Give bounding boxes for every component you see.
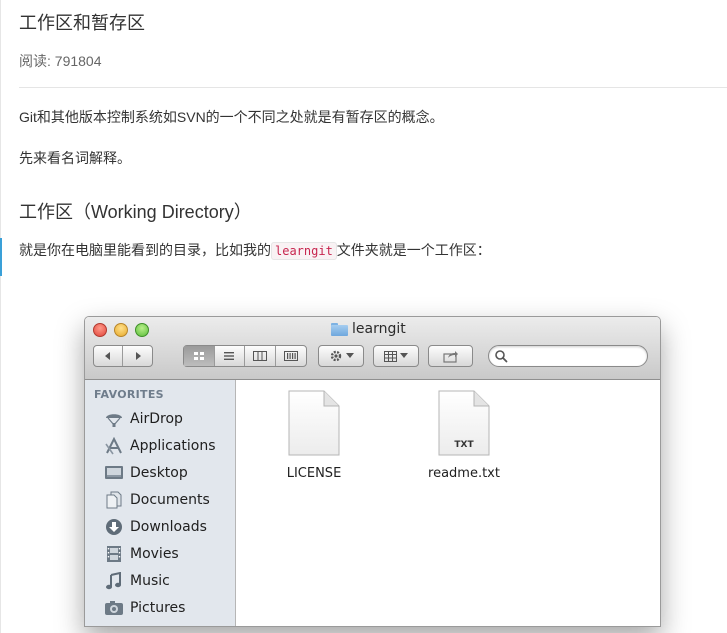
document-icon — [288, 390, 340, 456]
music-icon — [104, 572, 124, 590]
paragraph-text-after: 文件夹就是一个工作区： — [336, 242, 491, 258]
sidebar-item-pictures[interactable]: Pictures — [104, 597, 185, 619]
sidebar-item-label: Desktop — [130, 465, 188, 481]
finder-sidebar: FAVORITES AirDrop Applications Desktop D… — [85, 380, 236, 626]
downloads-icon — [104, 518, 124, 536]
sidebar-item-desktop[interactable]: Desktop — [104, 462, 188, 484]
txt-badge: TXT — [454, 440, 474, 450]
sidebar-item-label: Movies — [130, 546, 179, 562]
sidebar-item-label: Documents — [130, 492, 210, 508]
search-icon — [495, 350, 508, 363]
share-button[interactable] — [428, 345, 473, 367]
sidebar-item-documents[interactable]: Documents — [104, 489, 210, 511]
divider — [19, 87, 727, 88]
list-view-icon — [224, 352, 235, 360]
airdrop-icon — [104, 410, 124, 428]
window-title-text: learngit — [352, 321, 406, 337]
left-rule — [0, 0, 1, 633]
file-name: readme.txt — [428, 466, 500, 481]
share-icon — [442, 350, 458, 363]
paragraph-working-directory: 就是你在电脑里能看到的目录，比如我的 learngit 文件夹就是一个工作区： — [19, 240, 491, 260]
inline-code-learngit: learngit — [271, 242, 337, 260]
gear-icon — [330, 350, 341, 362]
coverflow-view-button[interactable] — [276, 346, 306, 366]
folder-icon — [331, 322, 348, 336]
paragraph-intro: Git和其他版本控制系统如SVN的一个不同之处就是有暂存区的概念。 — [19, 109, 444, 125]
window-title: learngit — [331, 320, 406, 338]
file-item-readme[interactable]: TXT readme.txt — [414, 390, 514, 481]
chevron-down-icon — [400, 353, 408, 358]
sidebar-item-label: AirDrop — [130, 411, 183, 427]
sidebar-item-applications[interactable]: Applications — [104, 435, 216, 457]
finder-titlebar: learngit — [85, 317, 660, 380]
zoom-window-button[interactable] — [135, 323, 149, 337]
finder-window: learngit FAVORITES AirDrop Applications … — [84, 316, 661, 627]
close-window-button[interactable] — [93, 323, 107, 337]
left-accent-bar — [0, 238, 2, 276]
sidebar-item-movies[interactable]: Movies — [104, 543, 179, 565]
icon-view-icon — [193, 352, 204, 360]
sidebar-item-airdrop[interactable]: AirDrop — [104, 408, 183, 430]
paragraph-text-before: 就是你在电脑里能看到的目录，比如我的 — [19, 242, 271, 258]
column-view-icon — [252, 351, 267, 361]
back-arrow-icon — [105, 352, 110, 360]
back-forward-buttons — [93, 345, 153, 367]
txt-file-icon: TXT — [438, 390, 490, 456]
read-count: 阅读: 791804 — [19, 53, 102, 69]
file-item-license[interactable]: LICENSE — [264, 390, 364, 481]
forward-arrow-icon — [135, 352, 141, 360]
sidebar-item-label: Music — [130, 573, 170, 589]
sidebar-item-label: Applications — [130, 438, 216, 454]
action-menu-button[interactable] — [318, 345, 364, 367]
section-heading-working-directory: 工作区（Working Directory） — [19, 202, 252, 222]
icon-view-button[interactable] — [184, 346, 215, 366]
page-title: 工作区和暂存区 — [19, 13, 145, 33]
sidebar-item-downloads[interactable]: Downloads — [104, 516, 207, 538]
minimize-window-button[interactable] — [114, 323, 128, 337]
desktop-icon — [104, 464, 124, 482]
chevron-down-icon — [345, 353, 354, 358]
applications-icon — [104, 437, 124, 455]
arrange-grid-icon — [384, 350, 397, 362]
coverflow-view-icon — [283, 351, 298, 361]
sidebar-item-music[interactable]: Music — [104, 570, 170, 592]
documents-icon — [104, 491, 124, 509]
sidebar-item-label: Pictures — [130, 600, 186, 616]
movies-icon — [104, 545, 124, 563]
file-name: LICENSE — [286, 466, 342, 481]
finder-content: LICENSE TXT readme.txt — [236, 380, 660, 626]
search-input[interactable] — [488, 345, 648, 367]
favorites-header: FAVORITES — [94, 388, 164, 401]
view-mode-segmented — [183, 345, 307, 367]
list-view-button[interactable] — [215, 346, 245, 366]
column-view-button[interactable] — [245, 346, 276, 366]
arrange-menu-button[interactable] — [373, 345, 419, 367]
sidebar-item-label: Downloads — [130, 519, 207, 535]
forward-button[interactable] — [123, 346, 152, 366]
pictures-icon — [104, 599, 124, 617]
back-button[interactable] — [94, 346, 124, 366]
paragraph-terms: 先来看名词解释。 — [19, 150, 131, 166]
